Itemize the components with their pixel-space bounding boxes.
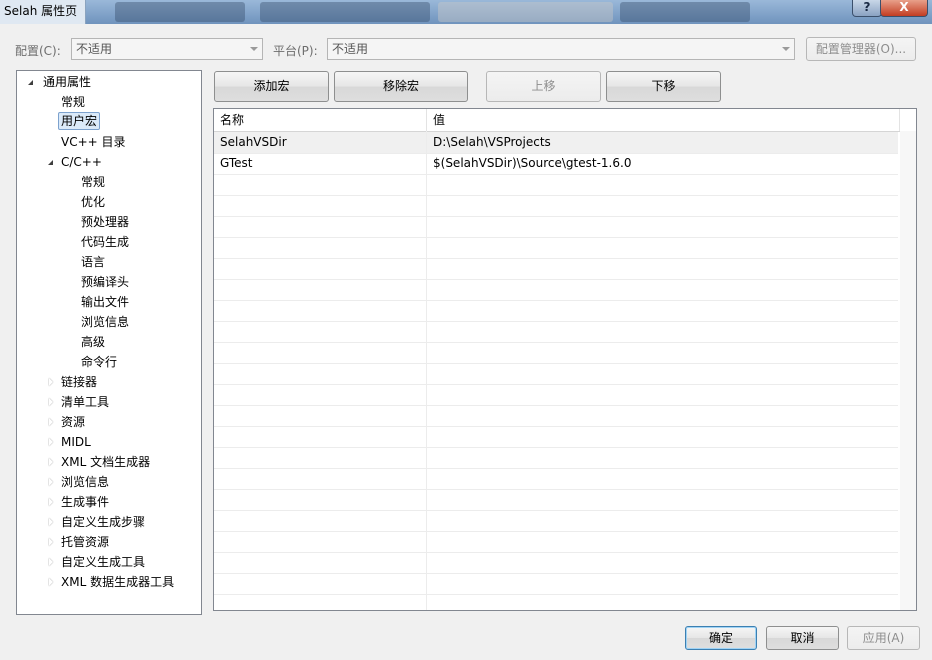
column-divider-line [426, 131, 427, 610]
empty-row [214, 174, 898, 196]
platform-select[interactable]: 不适用 [327, 38, 795, 60]
tree-node-label: 预处理器 [81, 215, 130, 229]
expand-arrow-icon[interactable] [49, 458, 53, 466]
move-down-button[interactable]: 下移 [606, 71, 721, 102]
tree-node-label: 输出文件 [81, 295, 130, 309]
macro-value-cell: $(SelahVSDir)\Source\gtest-1.6.0 [433, 156, 632, 170]
tree-node-label: 高级 [81, 335, 106, 349]
macro-name-cell: GTest [220, 156, 253, 170]
tree-node-label: 自定义生成步骤 [61, 515, 146, 529]
platform-select-value: 不适用 [332, 42, 369, 56]
tree-node-label: 代码生成 [81, 235, 130, 249]
empty-row [214, 510, 898, 532]
tree-node-label: 语言 [81, 255, 106, 269]
tree-node-label: 通用属性 [43, 75, 92, 89]
expand-arrow-icon[interactable] [49, 418, 53, 426]
tree-node-label: 优化 [81, 195, 106, 209]
tree-node-label: 浏览信息 [61, 475, 110, 489]
window-title: Selah 属性页 [0, 0, 87, 24]
tree-node-label: 清单工具 [61, 395, 110, 409]
background-window-tab [115, 2, 245, 22]
config-select[interactable]: 不适用 [71, 38, 263, 60]
empty-row [214, 531, 898, 553]
expand-arrow-icon[interactable] [49, 558, 53, 566]
empty-row [214, 237, 898, 259]
macro-name-cell: SelahVSDir [220, 135, 287, 149]
apply-button[interactable]: 应用(A) [847, 626, 920, 650]
empty-row [214, 384, 898, 406]
tree-node-label: 常规 [61, 95, 86, 109]
empty-row [214, 405, 898, 427]
empty-row [214, 489, 898, 511]
empty-row [214, 573, 898, 595]
macro-grid[interactable]: 名称 值 SelahVSDir D:\Selah\VSProjects GTes… [213, 108, 917, 611]
close-button[interactable]: X [880, 0, 928, 17]
tree-node-label: 资源 [61, 415, 86, 429]
tree-node-label: XML 文档生成器 [61, 455, 151, 469]
grid-header: 名称 值 [214, 109, 916, 132]
config-label: 配置(C): [15, 44, 61, 58]
config-manager-button[interactable]: 配置管理器(O)... [806, 37, 916, 61]
chevron-down-icon [782, 47, 790, 51]
background-window-tab [260, 2, 430, 22]
empty-row [214, 552, 898, 574]
remove-macro-button[interactable]: 移除宏 [334, 71, 468, 102]
tree-node-label: XML 数据生成器工具 [61, 575, 175, 589]
tree-node-label: VC++ 目录 [61, 135, 126, 149]
empty-row [214, 258, 898, 280]
expand-arrow-icon[interactable] [49, 578, 53, 586]
expand-arrow-icon[interactable] [49, 478, 53, 486]
empty-row [214, 342, 898, 364]
empty-row [214, 216, 898, 238]
column-header-name[interactable]: 名称 [214, 109, 244, 131]
expand-arrow-icon[interactable] [49, 438, 53, 446]
expand-arrow-icon[interactable] [48, 160, 53, 165]
cancel-button[interactable]: 取消 [766, 626, 839, 650]
expand-arrow-icon[interactable] [49, 398, 53, 406]
tree-node-label: 常规 [81, 175, 106, 189]
tree-node-label: 链接器 [61, 375, 98, 389]
empty-row [214, 300, 898, 322]
empty-row [214, 447, 898, 469]
empty-row [214, 426, 898, 448]
add-macro-button[interactable]: 添加宏 [214, 71, 329, 102]
empty-row [214, 279, 898, 301]
expand-arrow-icon[interactable] [49, 378, 53, 386]
move-up-button[interactable]: 上移 [486, 71, 601, 102]
vertical-scrollbar[interactable] [900, 131, 916, 610]
help-button[interactable]: ? [852, 0, 882, 17]
table-row[interactable]: SelahVSDir D:\Selah\VSProjects [214, 132, 898, 154]
empty-row [214, 363, 898, 385]
ok-button[interactable]: 确定 [685, 626, 757, 650]
expand-arrow-icon[interactable] [49, 518, 53, 526]
chevron-down-icon [250, 47, 258, 51]
macro-value-cell: D:\Selah\VSProjects [433, 135, 551, 149]
empty-row [214, 468, 898, 490]
property-tree[interactable]: 通用属性 常规 用户宏 VC++ 目录 C/C++ 常规 优化 预处理器 代码生… [16, 70, 202, 615]
tree-node-label: 自定义生成工具 [61, 555, 146, 569]
config-select-value: 不适用 [76, 42, 113, 56]
column-divider [899, 109, 900, 131]
expand-arrow-icon[interactable] [28, 80, 33, 85]
tree-node-label: 浏览信息 [81, 315, 130, 329]
expand-arrow-icon[interactable] [49, 538, 53, 546]
title-bar: Selah 属性页 ? X [0, 0, 932, 24]
platform-label: 平台(P): [273, 44, 318, 58]
background-window-tab [620, 2, 750, 22]
tree-node-label: C/C++ [61, 155, 102, 169]
empty-row [214, 195, 898, 217]
tree-node-label: 生成事件 [61, 495, 110, 509]
tree-node-label: 用户宏 [58, 112, 101, 130]
tree-node-label: MIDL [61, 435, 91, 449]
tree-node-label: 预编译头 [81, 275, 130, 289]
tree-node-label: 托管资源 [61, 535, 110, 549]
table-row[interactable]: GTest $(SelahVSDir)\Source\gtest-1.6.0 [214, 153, 898, 175]
column-header-value[interactable]: 值 [427, 109, 445, 131]
empty-row [214, 321, 898, 343]
tree-node-label: 命令行 [81, 355, 118, 369]
background-window-tab [438, 2, 613, 22]
expand-arrow-icon[interactable] [49, 498, 53, 506]
